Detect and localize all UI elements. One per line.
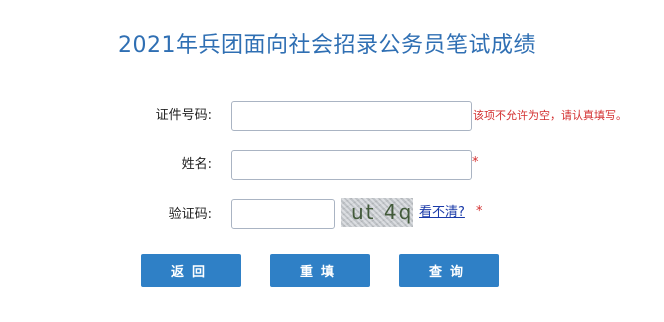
- name-label: 姓名:: [181, 157, 212, 172]
- refresh-captcha-link[interactable]: 看不清?: [419, 201, 465, 220]
- id-number-error: 该项不允许为空，请认真填写。: [473, 109, 627, 122]
- back-button[interactable]: 返回: [141, 254, 241, 287]
- captcha-input[interactable]: [231, 199, 335, 229]
- captcha-required-star: *: [476, 204, 483, 219]
- name-required-star: *: [472, 155, 479, 170]
- query-button[interactable]: 查询: [399, 254, 499, 287]
- name-input[interactable]: [231, 150, 472, 180]
- reset-button[interactable]: 重填: [270, 254, 370, 287]
- captcha-text: ut 4q: [351, 200, 413, 224]
- id-number-input[interactable]: [231, 101, 472, 131]
- page-title: 2021年兵团面向社会招录公务员笔试成绩: [118, 33, 536, 58]
- captcha-image[interactable]: ut 4q: [341, 198, 413, 227]
- captcha-label: 验证码:: [168, 207, 212, 222]
- id-number-label: 证件号码:: [155, 108, 212, 123]
